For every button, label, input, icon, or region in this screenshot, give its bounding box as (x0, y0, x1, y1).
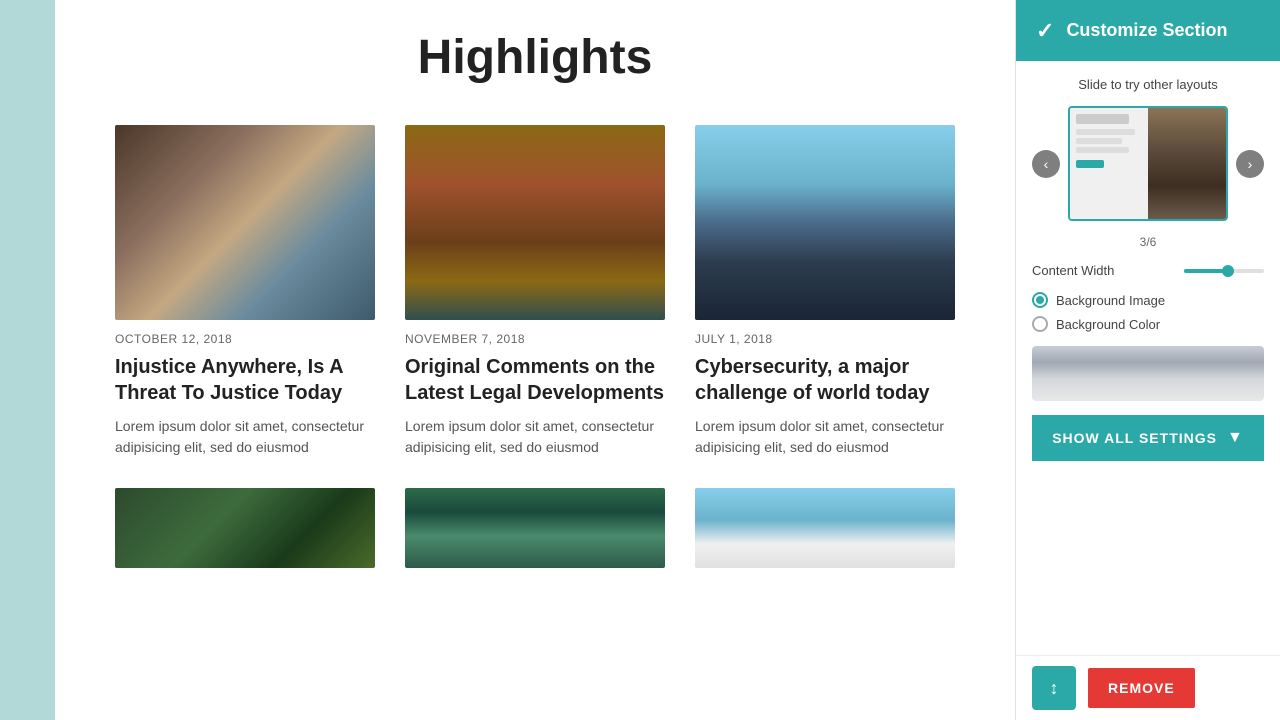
show-all-label: SHOW ALL SETTINGS (1052, 430, 1217, 446)
article-image-1 (115, 125, 375, 320)
article-image-2 (405, 125, 665, 320)
article-excerpt-2: Lorem ipsum dolor sit amet, consectetur … (405, 416, 665, 458)
check-icon: ✓ (1036, 18, 1054, 44)
article-image-5 (405, 488, 665, 568)
slide-label: Slide to try other layouts (1032, 77, 1264, 92)
remove-button[interactable]: REMOVE (1088, 668, 1195, 708)
main-content: Highlights OCTOBER 12, 2018 Injustice An… (55, 0, 1015, 720)
move-icon: ↕ (1050, 678, 1059, 699)
content-width-label: Content Width (1032, 263, 1176, 278)
content-width-row: Content Width (1032, 263, 1264, 278)
article-image-3 (695, 125, 955, 320)
carousel-next-button[interactable]: › (1236, 150, 1264, 178)
carousel-preview (1068, 106, 1228, 221)
article-title-2: Original Comments on the Latest Legal De… (405, 354, 665, 406)
article-card-3: JULY 1, 2018 Cybersecurity, a major chal… (695, 125, 955, 458)
radio-inner-selected (1036, 296, 1044, 304)
background-image-radio[interactable]: Background Image (1032, 292, 1264, 308)
content-width-slider[interactable] (1184, 269, 1264, 273)
articles-grid: OCTOBER 12, 2018 Injustice Anywhere, Is … (115, 125, 955, 458)
carousel-counter: 3/6 (1032, 235, 1264, 249)
article-card-1: OCTOBER 12, 2018 Injustice Anywhere, Is … (115, 125, 375, 458)
panel-body: Slide to try other layouts ‹ › 3/6 (1016, 61, 1280, 655)
article-excerpt-1: Lorem ipsum dolor sit amet, consectetur … (115, 416, 375, 458)
background-image-label: Background Image (1056, 293, 1165, 308)
background-image-preview (1032, 346, 1264, 401)
carousel-image-preview (1148, 108, 1226, 219)
page-title: Highlights (115, 0, 955, 125)
article-image-6 (695, 488, 955, 568)
article-date-3: JULY 1, 2018 (695, 332, 955, 346)
article-title-1: Injustice Anywhere, Is A Threat To Justi… (115, 354, 375, 406)
second-row-grid (115, 488, 955, 568)
article-excerpt-3: Lorem ipsum dolor sit amet, consectetur … (695, 416, 955, 458)
radio-outer-selected (1032, 292, 1048, 308)
article-date-2: NOVEMBER 7, 2018 (405, 332, 665, 346)
show-all-settings-button[interactable]: SHOW ALL SETTINGS ▼ (1032, 415, 1264, 461)
article-title-3: Cybersecurity, a major challenge of worl… (695, 354, 955, 406)
background-radio-group: Background Image Background Color (1032, 292, 1264, 332)
chevron-down-icon: ▼ (1227, 429, 1244, 447)
article-card-2: NOVEMBER 7, 2018 Original Comments on th… (405, 125, 665, 458)
background-color-label: Background Color (1056, 317, 1160, 332)
radio-outer-empty (1032, 316, 1048, 332)
article-date-1: OCTOBER 12, 2018 (115, 332, 375, 346)
carousel-prev-button[interactable]: ‹ (1032, 150, 1060, 178)
left-accent-bar (0, 0, 55, 720)
panel-title: Customize Section (1066, 20, 1227, 41)
article-image-4 (115, 488, 375, 568)
background-color-radio[interactable]: Background Color (1032, 316, 1264, 332)
layout-carousel: ‹ › (1032, 106, 1264, 221)
slider-thumb (1222, 265, 1234, 277)
panel-header: ✓ Customize Section (1016, 0, 1280, 61)
right-panel: ✓ Customize Section Slide to try other l… (1015, 0, 1280, 720)
move-button[interactable]: ↕ (1032, 666, 1076, 710)
